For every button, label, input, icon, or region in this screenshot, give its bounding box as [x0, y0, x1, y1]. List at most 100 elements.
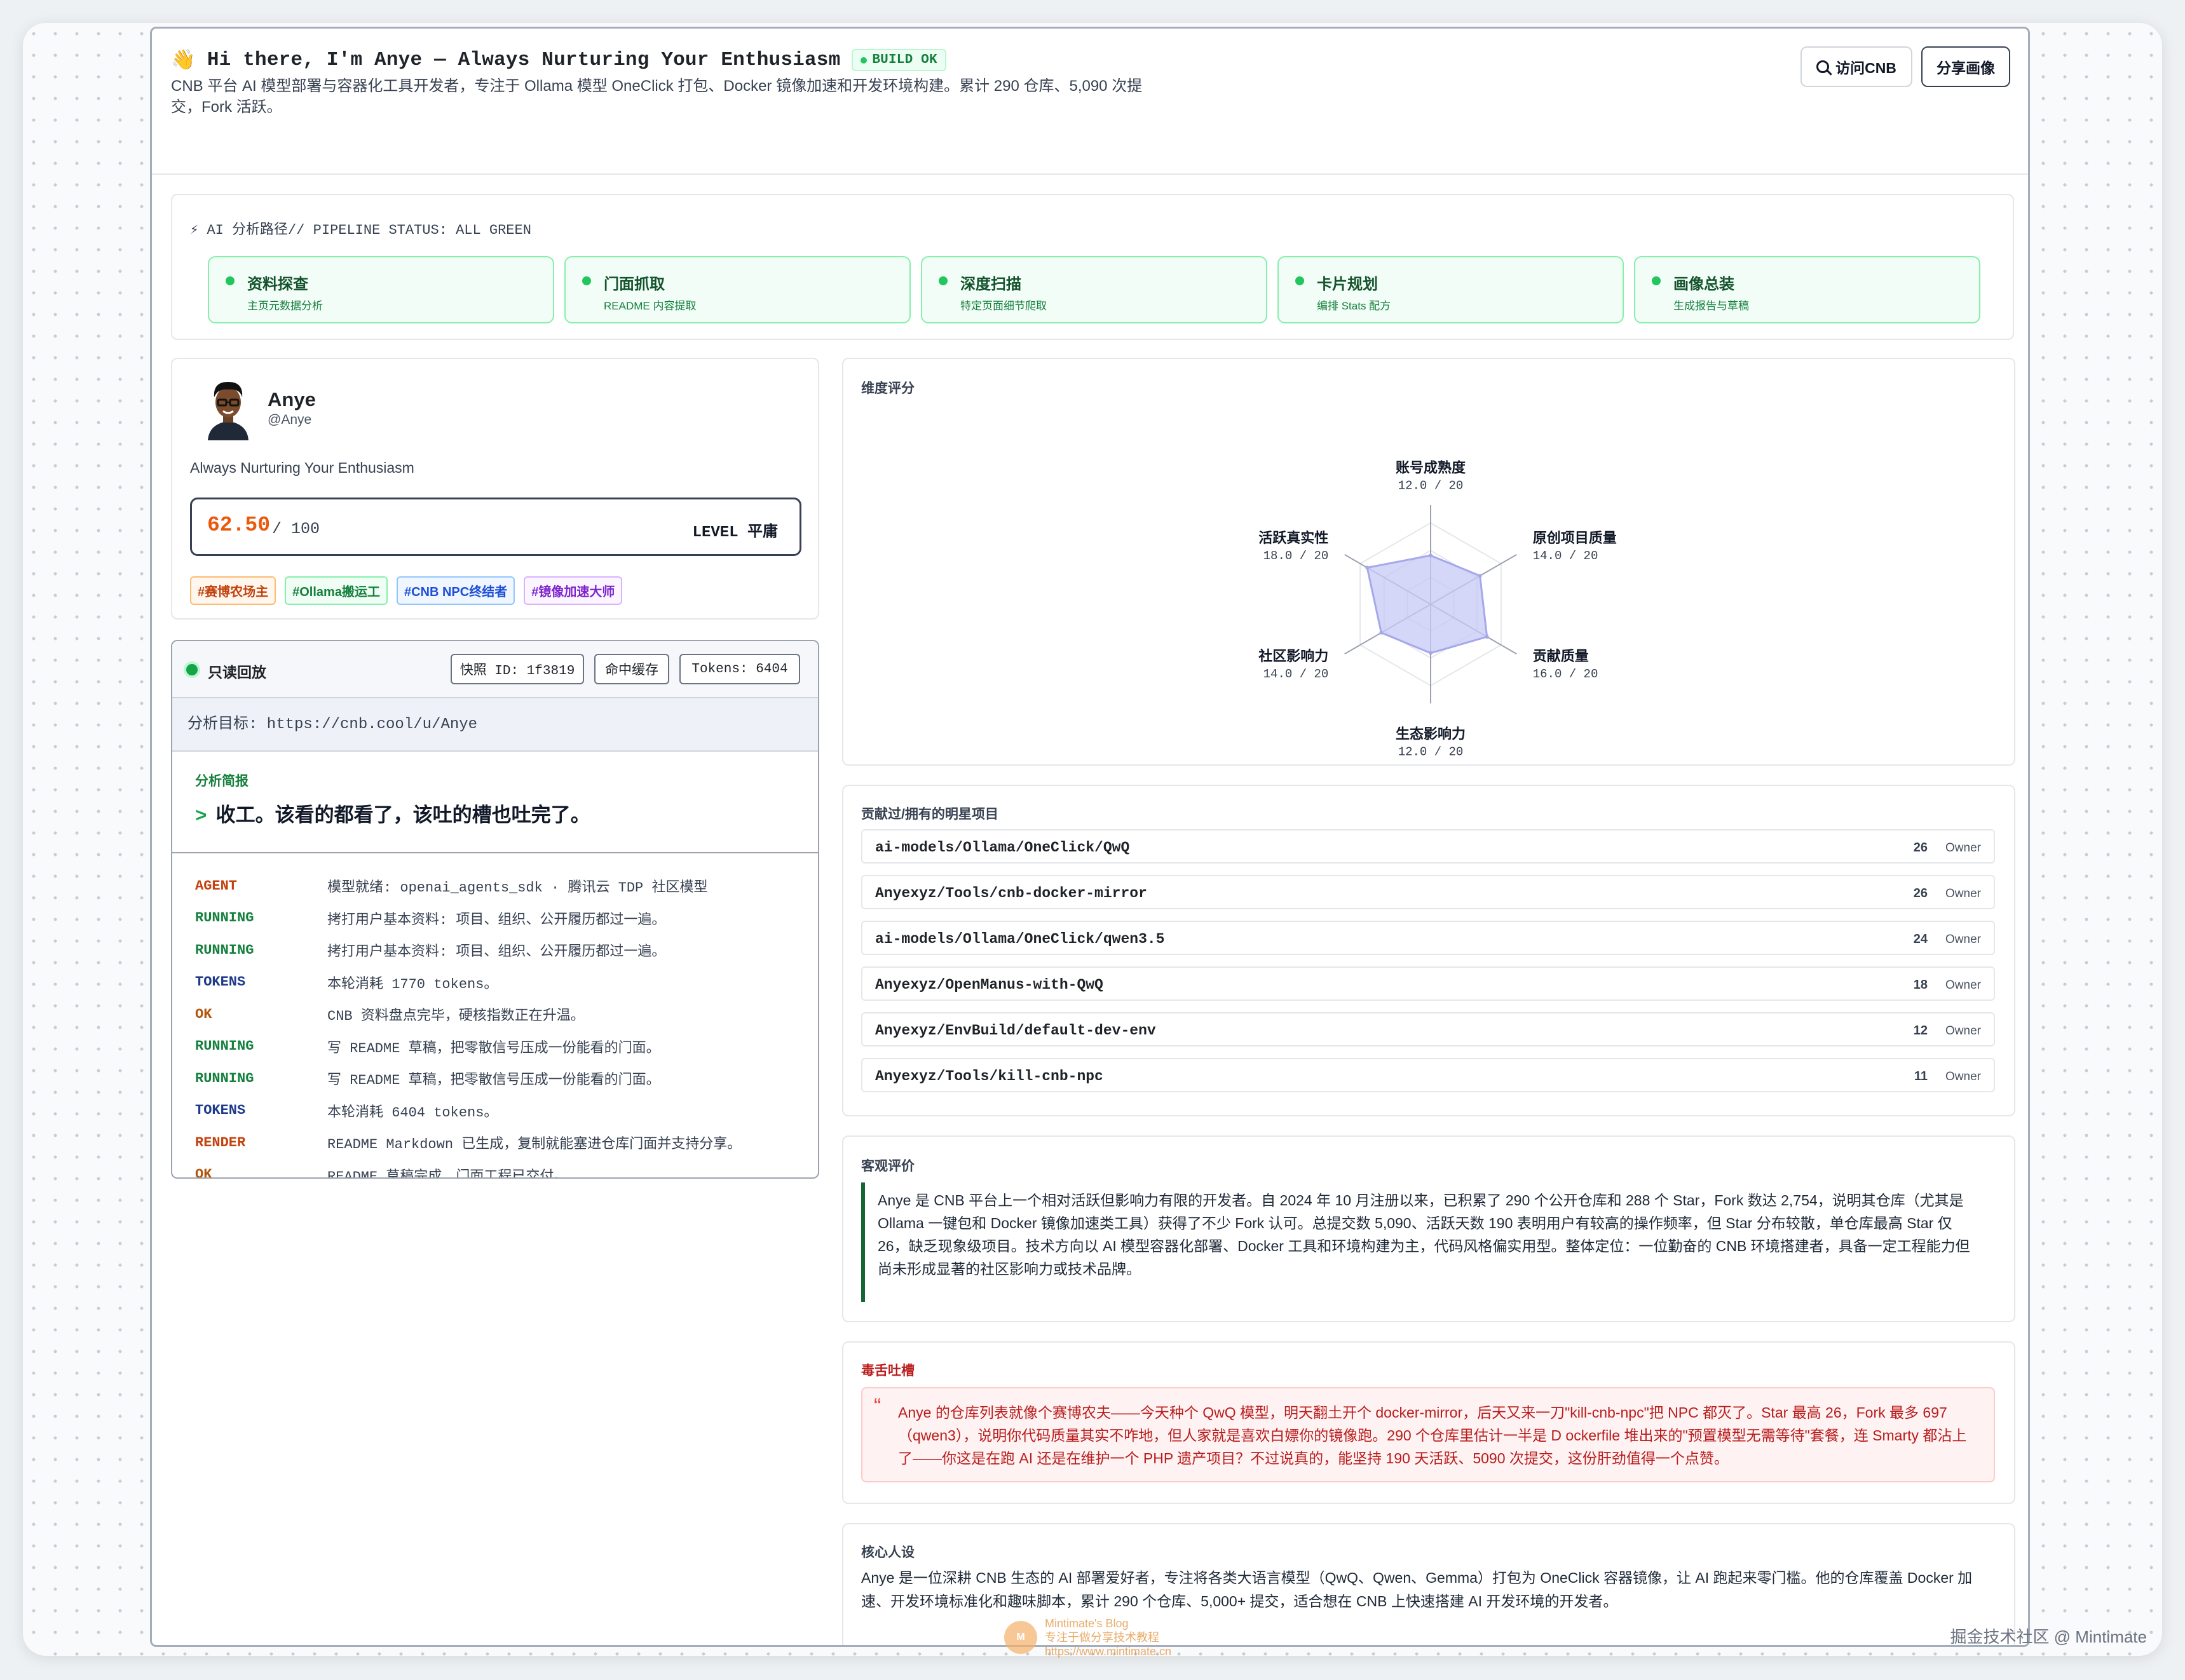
project-stars: 26 [1913, 841, 1928, 855]
blog-url: https://www.mintimate.cn [1045, 1645, 1172, 1658]
project-row[interactable]: ai-models/Ollama/OneClick/QwQ 26 Owner [861, 829, 1995, 864]
brief-message: 收工。该看的都看了，该吐的槽也吐完了。 [215, 804, 590, 826]
project-name: Anyexyz/Tools/cnb-docker-mirror [875, 885, 1147, 902]
log-level: TOKENS [195, 1102, 246, 1119]
step-title: 资料探查 [247, 276, 308, 293]
roast-label: 毒舌吐槽 [861, 1364, 915, 1378]
project-role: Owner [1945, 933, 1981, 946]
radar-value-point [1429, 553, 1433, 558]
blog-subtitle: 专注于做分享技术教程 [1045, 1631, 1159, 1644]
project-row[interactable]: ai-models/Ollama/OneClick/qwen3.5 24 Own… [861, 921, 1995, 955]
step-status-dot-icon [226, 276, 235, 285]
step-title: 深度扫描 [960, 276, 1021, 293]
log-message: 本轮消耗 1770 tokens。 [327, 976, 498, 992]
level-label: LEVEL 平庸 [692, 524, 778, 541]
title-text: Hi there, I'm Anye — Always Nurturing Yo… [207, 49, 841, 71]
log-message: 拷打用户基本资料: 项目、组织、公开履历都过一遍。 [327, 944, 666, 961]
page-header: 👋 Hi there, I'm Anye — Always Nurturing … [152, 29, 2028, 175]
status-dot-icon [861, 57, 868, 64]
page-subtitle: CNB 平台 AI 模型部署与容器化工具开发者，专注于 Ollama 模型 On… [171, 78, 1143, 116]
radar-dimension-value: 12.0 / 20 [1398, 745, 1464, 759]
step-status-dot-icon [1295, 276, 1304, 285]
step-subtitle: 特定页面细节爬取 [960, 300, 1047, 312]
project-stars: 24 [1913, 932, 1928, 946]
log-level: RENDER [195, 1134, 246, 1151]
project-stars: 12 [1913, 1024, 1928, 1038]
score-box: 62.50 / 100 LEVEL 平庸 [190, 498, 801, 556]
radar-value-point [1429, 651, 1433, 655]
step-subtitle: 主页元数据分析 [247, 300, 323, 312]
step-status-dot-icon [582, 276, 591, 285]
pipeline-step: 门面抓取 README 内容提取 [564, 256, 911, 323]
project-role: Owner [1945, 1024, 1981, 1038]
pipeline-step: 深度扫描 特定页面细节爬取 [921, 256, 1267, 323]
log-level: AGENT [195, 877, 238, 894]
wave-icon: 👋 [171, 50, 196, 72]
radar-dimension-name: 贡献质量 [1533, 648, 1589, 664]
step-subtitle: README 内容提取 [604, 300, 697, 312]
dimension-score-card: 维度评分 账号成熟度 12.0 / 20 原创项目质量 14.0 / 20 贡献质量 16… [842, 358, 2015, 766]
log-level: RUNNING [195, 1070, 254, 1087]
visit-cnb-button[interactable]: 访问CNB [1800, 46, 1912, 87]
share-portrait-button[interactable]: 分享画像 [1921, 46, 2010, 87]
brief-label: 分析简报 [195, 774, 248, 789]
radar-dimension-name: 活跃真实性 [1258, 530, 1328, 546]
radar-value-point [1485, 635, 1489, 639]
project-list: ai-models/Ollama/OneClick/QwQ 26 Owner An… [861, 829, 1995, 1104]
step-subtitle: 编排 Stats 配方 [1317, 300, 1391, 312]
step-title: 门面抓取 [604, 276, 665, 293]
radar-dimension-name: 生态影响力 [1396, 726, 1466, 742]
analysis-pipeline: ⚡ AI 分析路径// PIPELINE STATUS: ALL GREEN 资… [171, 194, 2014, 340]
search-icon [1816, 60, 1830, 73]
build-status-badge: BUILD OK [852, 49, 946, 71]
blog-logo-icon: M [1004, 1621, 1037, 1654]
cache-hit-chip: 命中缓存 [594, 654, 669, 684]
radar-dimension-value: 12.0 / 20 [1398, 478, 1464, 492]
pipeline-steps: 资料探查 主页元数据分析 门面抓取 README 内容提取 深度扫描 特定页面细… [208, 256, 1980, 323]
log-message: 写 README 草稿，把零散信号压成一份能看的门面。 [327, 1073, 660, 1089]
radar-dimension-value: 16.0 / 20 [1533, 667, 1598, 681]
persona-text: Anye 是一位深耕 CNB 生态的 AI 部署爱好者，专注将各类大语言模型（Q… [861, 1569, 1973, 1609]
radar-dimension-value: 14.0 / 20 [1263, 667, 1329, 681]
project-name: Anyexyz/Tools/kill-cnb-npc [875, 1068, 1103, 1085]
blog-title: Mintimate's Blog [1045, 1617, 1129, 1630]
log-list: AGENT 模型就绪: openai_agents_sdk · 腾讯云 TDP … [195, 870, 793, 1179]
project-row[interactable]: Anyexyz/EnvBuild/default-dev-env 12 Owne… [861, 1012, 1995, 1047]
log-row: TOKENS 本轮消耗 1770 tokens。 [195, 966, 793, 999]
step-title: 卡片规划 [1317, 276, 1378, 293]
log-row: OK README 草稿完成，门面工程已交付。 [195, 1159, 793, 1179]
score-value: 62.50 [207, 513, 271, 537]
avatar [203, 377, 254, 440]
star-projects-card: 贡献过/拥有的明星项目 ai-models/Ollama/OneClick/Qw… [842, 785, 2015, 1116]
roast-text: Anye 的仓库列表就像个赛博农夫——今天种个 QwQ 模型，明天翻土开个 do… [898, 1404, 1967, 1467]
log-level: OK [195, 1167, 212, 1179]
radar-value-point [1379, 630, 1384, 635]
project-stars: 18 [1913, 978, 1928, 992]
project-stars: 26 [1913, 886, 1928, 900]
log-row: RUNNING 写 README 草稿，把零散信号压成一份能看的门面。 [195, 1031, 793, 1063]
replay-header: 只读回放 快照 ID: 1f3819 命中缓存 Tokens: 6404 [172, 641, 818, 698]
evaluation-text: Anye 是 CNB 平台上一个相对活跃但影响力有限的开发者。自 2024 年 … [861, 1182, 1995, 1302]
quote-icon: “ [874, 1394, 881, 1418]
step-status-dot-icon [1652, 276, 1661, 285]
profile-tag: #Ollama搬运工 [285, 576, 388, 605]
log-row: OK CNB 资料盘点完毕，硬核指数正在升温。 [195, 998, 793, 1031]
project-row[interactable]: Anyexyz/Tools/cnb-docker-mirror 26 Owner [861, 875, 1995, 909]
analysis-brief: 分析简报 > 收工。该看的都看了，该吐的槽也吐完了。 [172, 752, 818, 853]
projects-label: 贡献过/拥有的明星项目 [861, 807, 998, 822]
blog-watermark: M Mintimate's Blog 专注于做分享技术教程 https://ww… [1004, 1616, 1171, 1658]
step-status-dot-icon [939, 276, 948, 285]
profile-card: Anye @Anye Always Nurturing Your Enthusi… [171, 358, 819, 620]
persona-label: 核心人设 [861, 1545, 915, 1560]
log-row: AGENT 模型就绪: openai_agents_sdk · 腾讯云 TDP … [195, 870, 793, 902]
user-tagline: Always Nurturing Your Enthusiasm [190, 459, 414, 476]
project-role: Owner [1945, 1070, 1981, 1083]
project-row[interactable]: Anyexyz/OpenManus-with-QwQ 18 Owner [861, 966, 1995, 1001]
log-level: RUNNING [195, 942, 254, 958]
project-row[interactable]: Anyexyz/Tools/kill-cnb-npc 11 Owner [861, 1058, 1995, 1092]
page-title: 👋 Hi there, I'm Anye — Always Nurturing … [171, 48, 946, 72]
profile-tag: #CNB NPC终结者 [396, 576, 515, 605]
log-level: RUNNING [195, 1038, 254, 1055]
log-message: CNB 资料盘点完毕，硬核指数正在升温。 [327, 1008, 585, 1025]
brief-text: > 收工。该看的都看了，该吐的槽也吐完了。 [195, 799, 590, 828]
